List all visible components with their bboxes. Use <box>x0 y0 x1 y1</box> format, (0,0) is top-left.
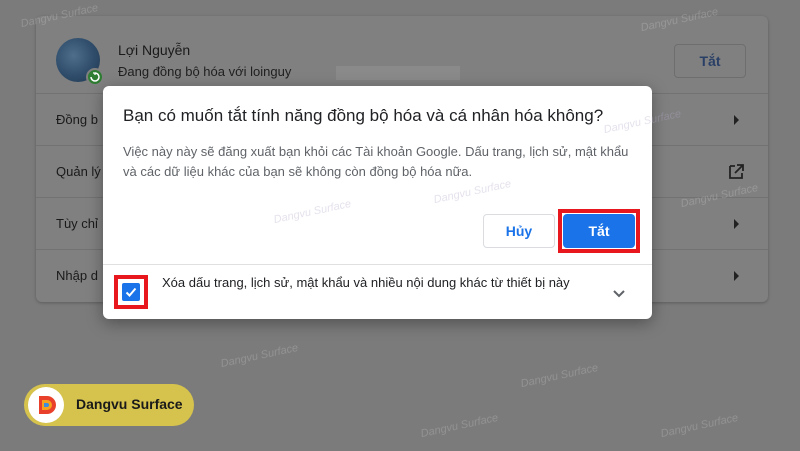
email-redaction <box>336 66 460 80</box>
watermark-text: Dangvu Surface <box>432 177 513 207</box>
cancel-button[interactable]: Hủy <box>483 214 555 248</box>
profile-sync-status: Đang đồng bộ hóa với loinguy <box>118 64 292 79</box>
clear-data-option: Xóa dấu trang, lịch sử, mật khẩu và nhiề… <box>103 264 652 319</box>
watermark-text: Dangvu Surface <box>219 341 300 371</box>
chevron-right-icon <box>726 214 746 234</box>
brand-label: Dangvu Surface <box>76 396 183 412</box>
open-external-icon <box>726 162 746 182</box>
watermark-text: Dangvu Surface <box>659 411 740 441</box>
turn-off-sync-button[interactable]: Tắt <box>674 44 746 78</box>
settings-row-label: Nhập d <box>56 268 98 283</box>
confirm-button-highlight <box>558 209 640 253</box>
brand-watermark-badge: Dangvu Surface <box>24 384 194 426</box>
chevron-down-icon[interactable] <box>609 283 629 303</box>
sync-badge-icon <box>86 68 104 86</box>
watermark-text: Dangvu Surface <box>272 197 353 227</box>
dialog-description: Việc này này sẽ đăng xuất bạn khỏi các T… <box>123 144 629 179</box>
chevron-right-icon <box>726 266 746 286</box>
avatar <box>56 38 104 86</box>
chevron-right-icon <box>726 110 746 130</box>
watermark-text: Dangvu Surface <box>419 411 500 441</box>
watermark-text: Dangvu Surface <box>519 361 600 391</box>
clear-data-label: Xóa dấu trang, lịch sử, mật khẩu và nhiề… <box>162 275 570 290</box>
brand-logo-icon <box>28 387 64 423</box>
settings-row-label: Tùy chỉ <box>56 216 98 231</box>
profile-name: Lợi Nguyễn <box>118 42 191 58</box>
settings-row-label: Đồng b <box>56 112 98 127</box>
turn-off-sync-dialog: Bạn có muốn tắt tính năng đồng bộ hóa và… <box>103 86 682 319</box>
checkbox-highlight <box>114 275 148 309</box>
settings-row-label: Quản lý <box>56 164 101 179</box>
dialog-title: Bạn có muốn tắt tính năng đồng bộ hóa và… <box>123 106 604 125</box>
